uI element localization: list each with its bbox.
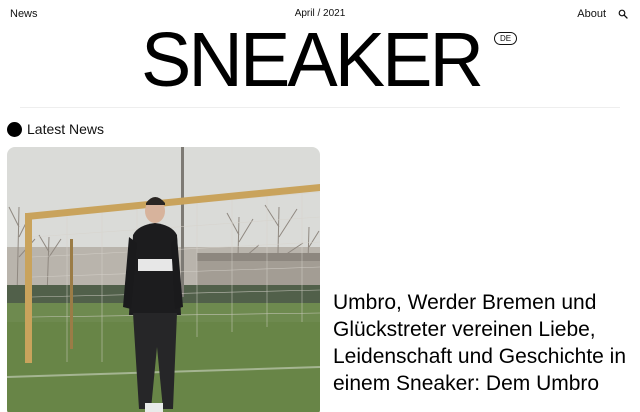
article-card: Umbro, Werder Bremen und Glückstreter ve… xyxy=(7,147,640,412)
photo-icon xyxy=(7,147,320,412)
article-image[interactable] xyxy=(7,147,320,412)
section-header: Latest News xyxy=(7,121,104,137)
site-logo[interactable]: SNEAKER xyxy=(141,17,488,103)
article-headline-link[interactable]: Umbro, Werder Bremen und Glückstreter ve… xyxy=(333,289,633,397)
language-badge[interactable]: DE xyxy=(494,32,518,45)
page: News April / 2021 About SNEAKER DE Lates… xyxy=(0,0,640,412)
section-title: Latest News xyxy=(27,121,105,137)
nav-about-link[interactable]: About xyxy=(577,8,606,20)
section-bullet-icon xyxy=(7,121,22,137)
logo-wordmark: SNEAKER xyxy=(141,17,484,103)
header-divider xyxy=(20,107,620,108)
search-icon[interactable] xyxy=(618,9,628,19)
